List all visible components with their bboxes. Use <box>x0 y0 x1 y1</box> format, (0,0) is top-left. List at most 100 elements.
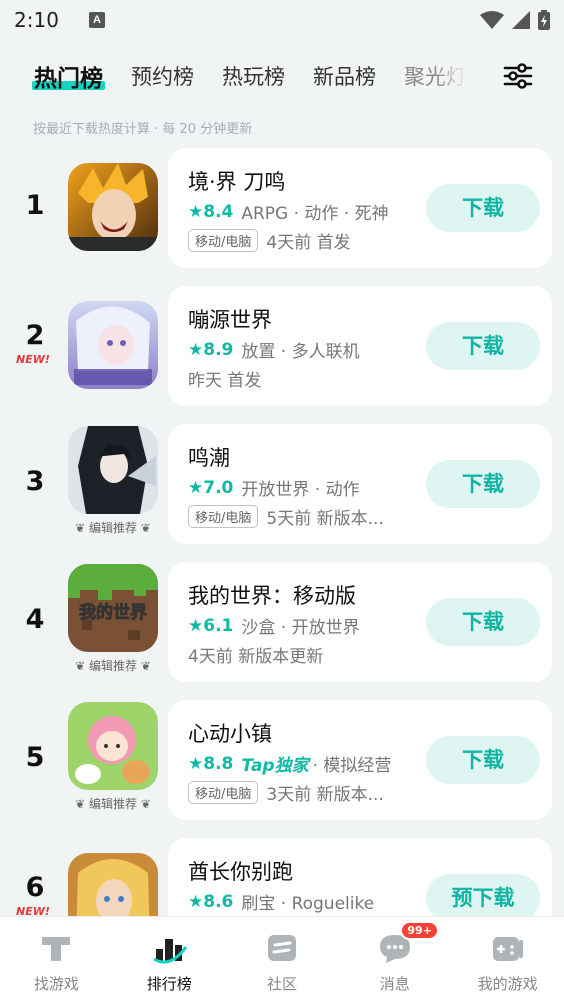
new-badge: NEW! <box>16 353 50 366</box>
game-card[interactable]: 鸣潮 ★7.0 开放世界 · 动作 移动/电脑 5天前 新版本... 下载 <box>168 424 552 544</box>
game-icon-bengyuan[interactable] <box>68 301 158 389</box>
rank-number: 5 <box>25 742 45 773</box>
list-item[interactable]: 5 ❦ 编辑推荐 ❦ 心动小镇 ★8.8 Tap独家 · 模拟经营 移动/电脑 … <box>0 700 564 820</box>
game-meta: ★8.8 Tap独家 · 模拟经营 <box>188 751 392 777</box>
download-button[interactable]: 下载 <box>426 184 540 232</box>
status-bar: 2:10 A <box>0 0 564 40</box>
game-meta: ★7.0 开放世界 · 动作 <box>188 475 360 501</box>
my-games-icon <box>492 937 523 961</box>
signal-icon <box>512 11 530 29</box>
nav-messages[interactable]: 99+ 消息 <box>338 917 451 1004</box>
message-count-badge: 99+ <box>400 921 439 940</box>
pre-download-button[interactable]: 预下载 <box>426 874 540 922</box>
ranking-hint: 按最近下载热度计算 · 每 20 分钟更新 <box>33 122 253 137</box>
nav-label: 我的游戏 <box>477 975 538 993</box>
game-name: 境·界 刀鸣 <box>188 170 286 194</box>
editor-pick-label: 编辑推荐 <box>88 659 137 673</box>
nav-my-games[interactable]: 我的游戏 <box>451 917 564 1004</box>
rank-number: 3 <box>25 466 45 497</box>
game-card[interactable]: 我的世界：移动版 ★6.1 沙盒 · 开放世界 4天前 新版本更新 下载 <box>168 562 552 682</box>
game-card[interactable]: 境·界 刀鸣 ★8.4 ARPG · 动作 · 死神 移动/电脑 4天前 首发 … <box>168 148 552 268</box>
tab-hot[interactable]: 热门榜 <box>32 59 105 93</box>
game-icon-jingjie[interactable] <box>68 163 158 251</box>
game-name: 心动小镇 <box>188 722 272 746</box>
release-info: 4天前 首发 <box>266 233 351 253</box>
editor-pick-tag: ❦ 编辑推荐 ❦ <box>75 659 151 673</box>
find-games-icon <box>42 937 71 961</box>
list-item[interactable]: 2 NEW! 嘣源世界 ★8.9 放置 · 多人联机 昨天 首发 下载 <box>0 286 564 406</box>
game-tags: 开放世界 · 动作 <box>241 480 360 500</box>
battery-icon <box>538 10 550 30</box>
game-name: 嘣源世界 <box>188 308 272 332</box>
game-score: ★8.8 <box>188 753 234 774</box>
minecraft-icon-text: 我的世界 <box>79 602 147 623</box>
rank-number: 4 <box>25 604 45 635</box>
status-time: 2:10 <box>14 8 59 32</box>
game-info: 4天前 新版本更新 <box>188 642 323 667</box>
bottom-nav: 找游戏 排行榜 社区 99+ 消息 我的游戏 <box>0 916 564 1004</box>
platform-badge: 移动/电脑 <box>188 229 259 252</box>
download-button[interactable]: 下载 <box>426 460 540 508</box>
notification-icon: A <box>88 12 105 28</box>
game-score: ★6.1 <box>188 615 234 636</box>
game-meta: ★8.4 ARPG · 动作 · 死神 <box>188 199 389 225</box>
game-score: ★8.6 <box>188 891 234 912</box>
game-icon-xindong[interactable] <box>68 702 158 790</box>
rank-number: 6 <box>25 872 45 903</box>
community-icon <box>267 935 296 961</box>
nav-community[interactable]: 社区 <box>226 917 339 1004</box>
game-meta: ★8.9 放置 · 多人联机 <box>188 337 360 363</box>
game-tags: 沙盒 · 开放世界 <box>241 618 360 638</box>
nav-rankings[interactable]: 排行榜 <box>113 917 226 1004</box>
game-icon-minecraft[interactable]: 我的世界 <box>68 564 158 652</box>
release-info: 5天前 新版本... <box>266 509 384 529</box>
tab-hot-play[interactable]: 热玩榜 <box>222 61 285 91</box>
game-tags: ARPG · 动作 · 死神 <box>241 204 389 224</box>
editor-pick-label: 编辑推荐 <box>88 521 137 535</box>
download-button[interactable]: 下载 <box>426 598 540 646</box>
game-tags: · 模拟经营 <box>312 756 392 776</box>
game-info: 移动/电脑 5天前 新版本... <box>188 504 384 529</box>
editor-pick-label: 编辑推荐 <box>88 797 137 811</box>
tab-reservation[interactable]: 预约榜 <box>131 61 194 91</box>
game-info: 昨天 首发 <box>188 366 261 391</box>
game-card[interactable]: 嘣源世界 ★8.9 放置 · 多人联机 昨天 首发 下载 <box>168 286 552 406</box>
release-info: 3天前 新版本... <box>266 785 384 805</box>
game-score: ★8.4 <box>188 201 234 222</box>
filter-icon[interactable] <box>502 60 534 92</box>
game-icon-mingchao[interactable] <box>68 426 158 514</box>
tap-exclusive-badge: Tap独家 <box>241 756 309 776</box>
rank-number: 2 <box>25 320 45 351</box>
game-card[interactable]: 心动小镇 ★8.8 Tap独家 · 模拟经营 移动/电脑 3天前 新版本... … <box>168 700 552 820</box>
game-name: 我的世界：移动版 <box>188 584 356 608</box>
nav-label: 找游戏 <box>33 975 79 993</box>
game-tags: 放置 · 多人联机 <box>241 342 360 362</box>
nav-label: 消息 <box>379 975 410 993</box>
release-info: 4天前 新版本更新 <box>188 647 324 667</box>
game-name: 酋长你别跑 <box>188 860 293 884</box>
game-info: 移动/电脑 3天前 新版本... <box>188 780 384 805</box>
game-info: 移动/电脑 4天前 首发 <box>188 228 351 253</box>
tab-spotlight[interactable]: 聚光灯 <box>404 61 467 91</box>
editor-pick-tag: ❦ 编辑推荐 ❦ <box>75 521 151 535</box>
editor-pick-tag: ❦ 编辑推荐 ❦ <box>75 797 151 811</box>
tab-new[interactable]: 新品榜 <box>313 61 376 91</box>
game-meta: ★8.6 刷宝 · Roguelike <box>188 889 375 915</box>
list-item[interactable]: 3 ❦ 编辑推荐 ❦ 鸣潮 ★7.0 开放世界 · 动作 移动/电脑 5天前 新… <box>0 424 564 544</box>
nav-label: 排行榜 <box>146 975 192 993</box>
game-score: ★8.9 <box>188 339 234 360</box>
rank-number: 1 <box>25 190 45 221</box>
nav-find-games[interactable]: 找游戏 <box>0 917 113 1004</box>
list-item[interactable]: 4 我的世界 ❦ 编辑推荐 ❦ 我的世界：移动版 ★6.1 沙盒 · 开放世界 … <box>0 562 564 682</box>
status-icons <box>480 10 550 30</box>
download-button[interactable]: 下载 <box>426 736 540 784</box>
game-meta: ★6.1 沙盒 · 开放世界 <box>188 613 360 639</box>
platform-badge: 移动/电脑 <box>188 781 259 804</box>
platform-badge: 移动/电脑 <box>188 505 259 528</box>
rankings-icon <box>153 939 188 964</box>
game-tags: 刷宝 · Roguelike <box>241 894 375 914</box>
game-score: ★7.0 <box>188 477 234 498</box>
download-button[interactable]: 下载 <box>426 322 540 370</box>
release-info: 昨天 首发 <box>188 371 262 391</box>
list-item[interactable]: 1 境·界 刀鸣 ★8.4 ARPG · 动作 · 死神 移动/电脑 4天前 首… <box>0 148 564 268</box>
